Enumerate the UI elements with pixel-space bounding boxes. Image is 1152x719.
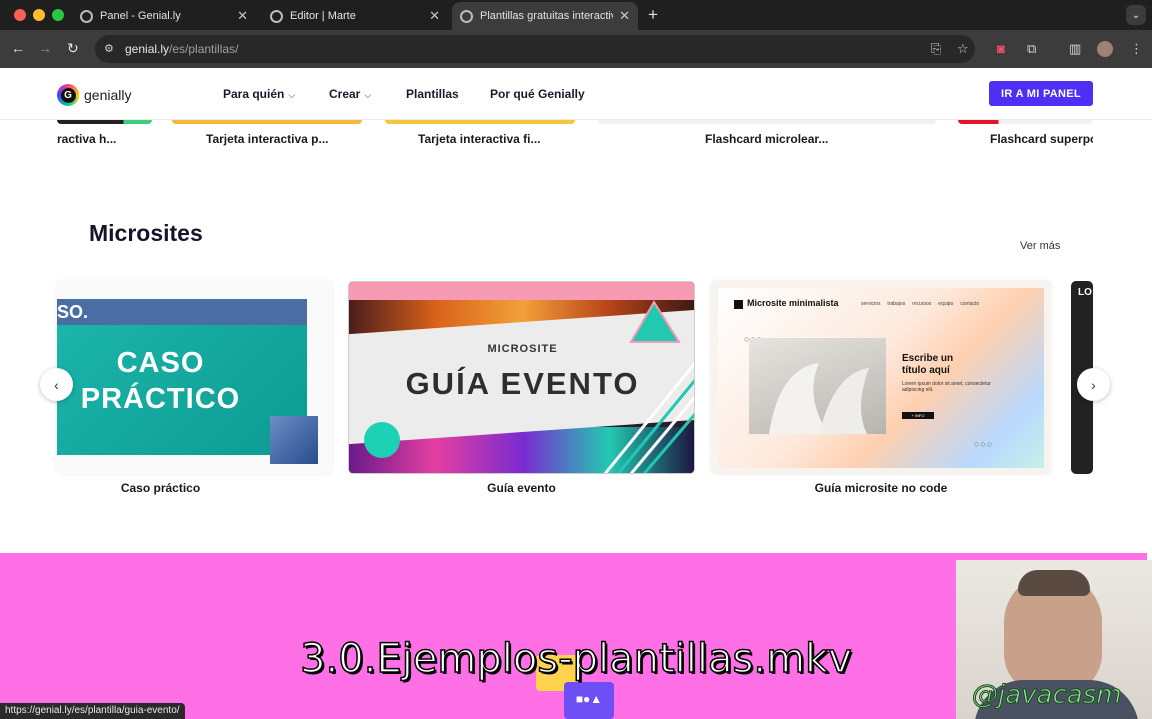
genially-logo[interactable]: G genially	[57, 84, 131, 106]
prev-card-thumb[interactable]	[385, 120, 575, 124]
go-to-panel-button[interactable]: IR A MI PANEL	[989, 81, 1093, 106]
back-arrow-icon[interactable]: ←	[11, 40, 25, 56]
genially-logo-icon: G	[57, 84, 79, 106]
genially-favicon-icon	[270, 9, 283, 23]
prev-card-thumb[interactable]	[57, 120, 152, 124]
section-title-microsites: Microsites	[89, 220, 203, 246]
install-app-icon[interactable]: ⎘	[931, 41, 941, 57]
browser-tab-editor[interactable]: Editor | Marte ✕	[262, 2, 448, 30]
guia-evento-decoration	[364, 300, 694, 473]
banner-shapes-icon: ■●▲	[564, 682, 614, 719]
browser-tab-panel[interactable]: Panel - Genial.ly ✕	[72, 2, 256, 30]
side-panel-icon[interactable]: ▥	[1069, 41, 1081, 57]
template-card-label[interactable]: Guía evento	[348, 481, 695, 495]
nav-crear[interactable]: Crear ⌵	[329, 87, 371, 101]
see-more-link[interactable]: Ver más	[1020, 240, 1060, 252]
architecture-image	[749, 338, 886, 434]
url-path: /es/plantillas/	[169, 42, 239, 56]
template-card-guia-evento[interactable]: MICROSITE GUÍA EVENTO	[348, 281, 695, 474]
carousel-next-button[interactable]: ›	[1077, 368, 1110, 401]
prev-card-thumb[interactable]	[958, 120, 1093, 124]
new-tab-button[interactable]: +	[648, 5, 658, 25]
template-card-guia-microsite[interactable]: Microsite minimalista servicios trabajos…	[711, 281, 1051, 474]
browser-toolbar: ← → ↻ ⚙ genial.ly/es/plantillas/ ⎘ ☆ ◙ ⧉…	[0, 30, 1152, 68]
channel-handle: @javacasm	[972, 680, 1123, 711]
nav-plantillas[interactable]: Plantillas	[406, 87, 459, 101]
reload-icon[interactable]: ↻	[67, 40, 79, 57]
tab-search-button[interactable]: ⌄	[1126, 5, 1146, 25]
close-tab-icon[interactable]: ✕	[429, 8, 440, 24]
minimize-window-button[interactable]	[33, 9, 45, 21]
address-bar[interactable]: ⚙ genial.ly/es/plantillas/	[95, 35, 975, 63]
prev-card-thumb[interactable]	[598, 120, 936, 124]
template-card-label[interactable]: Guía microsite no code	[711, 481, 1051, 495]
prev-card-label[interactable]: Flashcard superpo	[990, 132, 1093, 146]
chevron-down-icon: ⌵	[364, 90, 372, 100]
close-tab-icon[interactable]: ✕	[619, 8, 630, 24]
close-tab-icon[interactable]: ✕	[237, 8, 248, 24]
site-info-icon[interactable]: ⚙	[104, 42, 118, 56]
genially-favicon-icon	[460, 9, 473, 23]
prev-card-thumb[interactable]	[172, 120, 362, 124]
carousel-prev-button[interactable]: ‹	[40, 368, 73, 401]
prev-card-label[interactable]: Flashcard microlear...	[705, 132, 828, 146]
url-host: genial.ly	[125, 42, 170, 56]
profile-avatar[interactable]	[1097, 41, 1113, 57]
site-header: G genially Para quién ⌵ Crear ⌵ Plantillas…	[0, 68, 1152, 120]
prev-card-label[interactable]: Tarjeta interactiva p...	[206, 132, 329, 146]
browser-menu-icon[interactable]: ⋮	[1130, 41, 1143, 57]
genially-favicon-icon	[80, 9, 93, 23]
nav-por-que-genially[interactable]: Por qué Genially	[490, 87, 585, 101]
square-icon	[734, 300, 743, 309]
extensions-puzzle-icon[interactable]: ⧉	[1027, 41, 1036, 57]
nav-para-quien[interactable]: Para quién ⌵	[223, 87, 295, 101]
prev-card-label[interactable]: ractiva h...	[57, 132, 116, 146]
maximize-window-button[interactable]	[52, 9, 64, 21]
link-status-bar: https://genial.ly/es/plantilla/guia-even…	[0, 703, 185, 719]
browser-tab-bar: Panel - Genial.ly ✕ Editor | Marte ✕ Pla…	[0, 0, 1152, 30]
close-window-button[interactable]	[14, 9, 26, 21]
template-card-caso-practico[interactable]: SO. CASO PRÁCTICO	[57, 281, 332, 474]
bookmark-star-icon[interactable]: ☆	[957, 41, 969, 57]
browser-tab-plantillas[interactable]: Plantillas gratuitas interactiva ✕	[452, 2, 638, 30]
pocket-extension-icon[interactable]: ◙	[997, 41, 1005, 56]
forward-arrow-icon[interactable]: →	[38, 40, 52, 56]
chevron-down-icon: ⌵	[288, 90, 296, 100]
prev-card-label[interactable]: Tarjeta interactiva fi...	[418, 132, 541, 146]
template-card-label[interactable]: Caso práctico	[57, 481, 264, 495]
dots-icon: ○○○	[974, 439, 994, 449]
